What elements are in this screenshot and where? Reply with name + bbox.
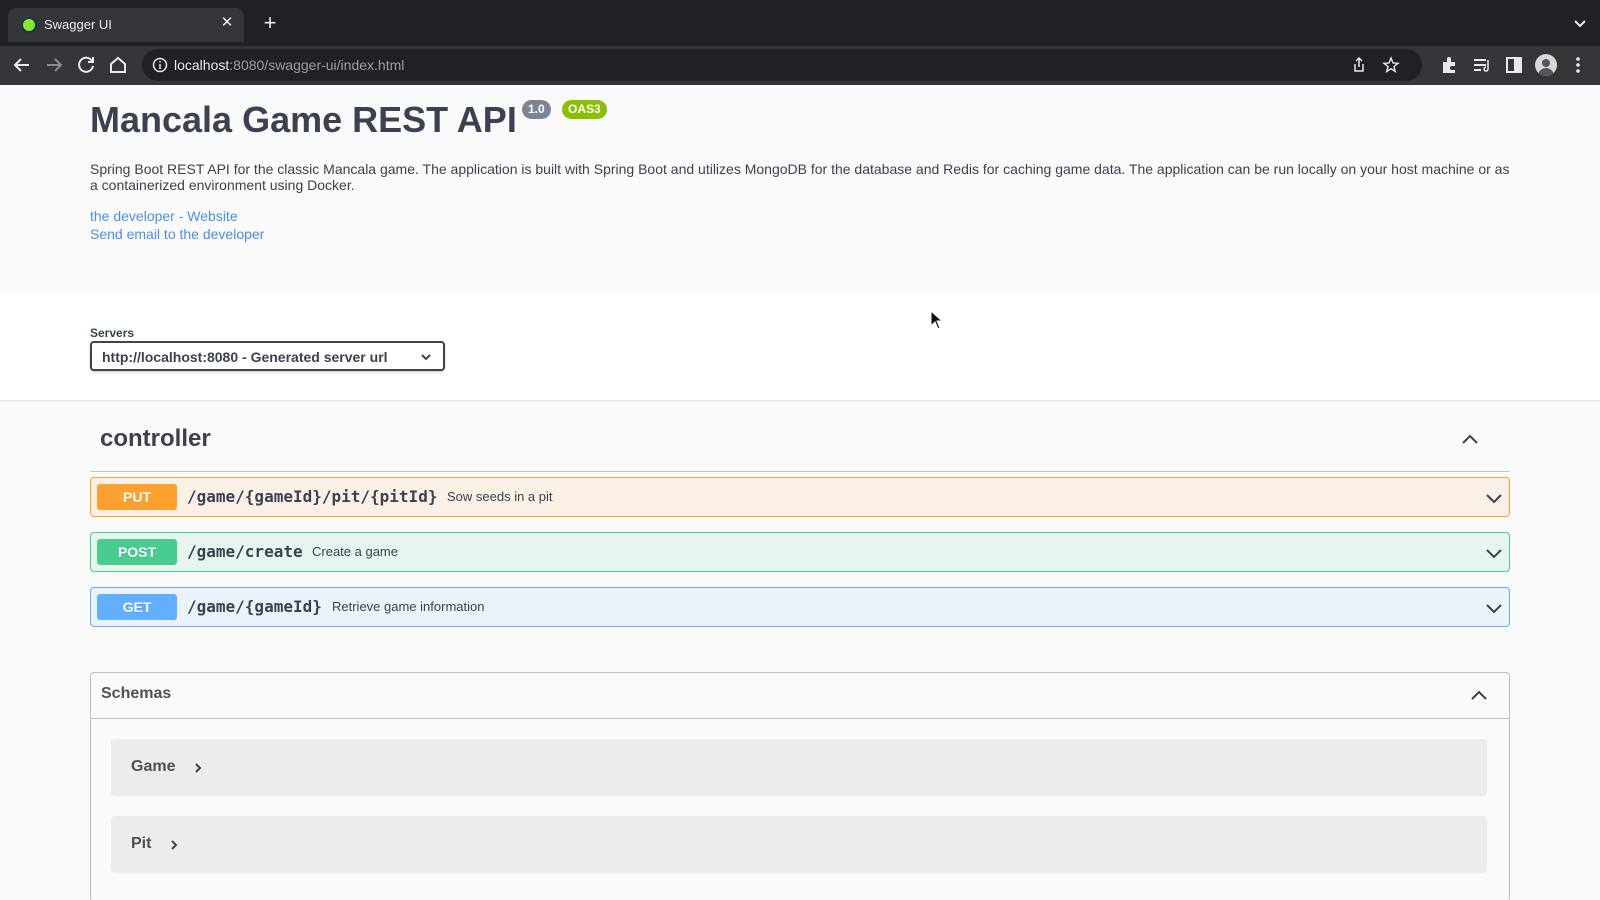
api-description: Spring Boot REST API for the classic Man… [90,161,1510,193]
chevron-right-icon[interactable] [191,761,205,775]
method-badge-get: GET [97,594,177,620]
chevron-right-icon[interactable] [167,838,181,852]
servers-select[interactable]: http://localhost:8080 - Generated server… [90,341,445,371]
operation-path: /game/{gameId}/pit/{pitId} [187,487,438,506]
version-badge: 1.0 [522,100,551,119]
reload-icon[interactable] [73,52,99,78]
schemas-section: Schemas Game Pit [90,672,1510,900]
api-info-section: Mancala Game REST API 1.0 OAS3 Spring Bo… [0,85,1600,293]
operation-path: /game/{gameId} [187,597,322,616]
profile-avatar[interactable] [1535,54,1557,76]
browser-toolbar: localhost:8080/swagger-ui/index.html [0,46,1600,85]
operation-summary: Sow seeds in a pit [447,489,553,504]
tag-name: controller [100,425,211,452]
servers-label: Servers [90,326,135,340]
side-panel-icon[interactable] [1503,54,1525,76]
home-icon[interactable] [105,52,131,78]
forward-arrow-icon[interactable] [41,52,67,78]
chevron-down-icon[interactable] [1485,599,1503,617]
extensions-puzzle-icon[interactable] [1439,54,1461,76]
operation-summary: Retrieve game information [332,599,485,614]
schema-model-game[interactable]: Game [111,739,1487,796]
tab-title: Swagger UI [44,17,112,32]
model-name: Game [131,758,176,775]
operation-summary: Create a game [312,544,398,559]
address-bar[interactable]: localhost:8080/swagger-ui/index.html [142,49,1422,81]
url-host: localhost [174,57,230,73]
schemas-title: Schemas [101,685,172,702]
servers-section: Servers http://localhost:8080 - Generate… [0,293,1600,401]
profile-avatar-icon [1538,59,1554,76]
api-title: Mancala Game REST API [90,99,517,140]
chevron-up-icon[interactable] [1469,685,1489,705]
swagger-favicon-icon [21,17,37,33]
operation-put-sow-seeds[interactable]: PUT /game/{gameId}/pit/{pitId} Sow seeds… [90,477,1510,517]
chevron-down-icon[interactable] [1485,544,1503,562]
developer-email-link[interactable]: Send email to the developer [90,226,264,242]
reading-list-icon[interactable] [1471,54,1493,76]
oas-badge: OAS3 [562,100,607,119]
schema-model-pit[interactable]: Pit [111,816,1487,873]
chevron-down-icon[interactable] [1485,489,1503,507]
back-arrow-icon[interactable] [9,52,35,78]
method-badge-put: PUT [97,484,177,510]
more-menu-icon[interactable] [1567,54,1589,76]
mouse-cursor-icon [930,310,944,330]
swagger-page: Mancala Game REST API 1.0 OAS3 Spring Bo… [0,85,1600,900]
browser-tab-swagger[interactable]: Swagger UI ✕ [8,8,244,42]
new-tab-button[interactable]: + [258,12,282,36]
servers-selected-value: http://localhost:8080 - Generated server… [102,349,388,365]
browser-tab-bar: Swagger UI ✕ + [0,0,1600,46]
developer-website-link[interactable]: the developer - Website [90,208,238,224]
bookmark-star-icon[interactable] [1382,56,1400,74]
operation-post-create-game[interactable]: POST /game/create Create a game [90,532,1510,572]
model-name: Pit [131,835,152,852]
close-tab-icon[interactable]: ✕ [218,14,236,32]
site-info-icon[interactable] [152,57,168,73]
url-text: localhost:8080/swagger-ui/index.html [174,57,404,73]
url-path: :8080/swagger-ui/index.html [229,57,405,73]
chevron-down-icon [421,354,431,361]
tab-search-chevron-icon[interactable] [1570,14,1590,34]
schemas-header[interactable]: Schemas [91,673,1509,719]
method-badge-post: POST [97,539,177,565]
operation-get-game-info[interactable]: GET /game/{gameId} Retrieve game informa… [90,587,1510,627]
tag-controller-header[interactable]: controller [90,425,1510,472]
operation-path: /game/create [187,542,303,561]
chevron-up-icon[interactable] [1460,429,1480,449]
share-icon[interactable] [1350,56,1368,74]
